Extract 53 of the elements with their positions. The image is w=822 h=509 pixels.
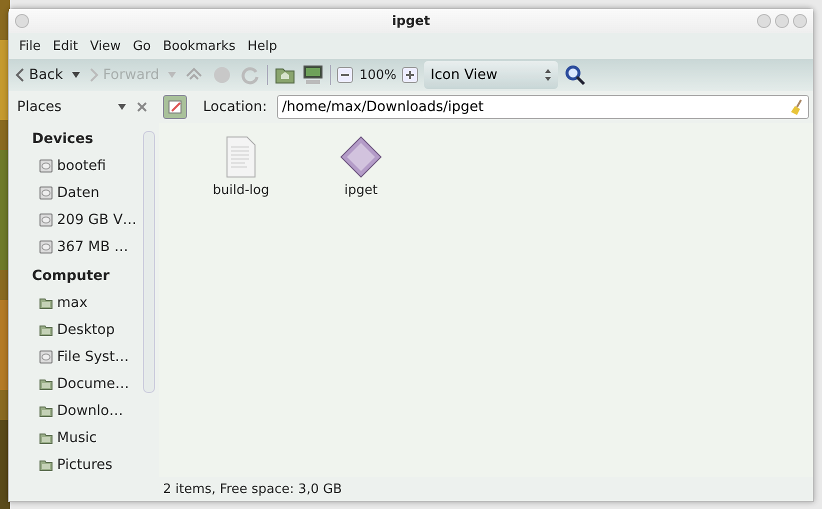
- sidebar-item[interactable]: max: [17, 289, 143, 316]
- menu-item[interactable]: File: [13, 38, 47, 54]
- window-title: ipget: [392, 14, 430, 28]
- menu-item[interactable]: Go: [126, 38, 157, 54]
- drive-icon: [39, 158, 53, 172]
- drive-icon: [39, 240, 53, 254]
- menu-item[interactable]: Help: [241, 38, 284, 54]
- folder-icon: [39, 376, 53, 390]
- scrollbar[interactable]: [143, 131, 155, 393]
- menu-item[interactable]: Bookmarks: [156, 38, 242, 54]
- sidebar-item[interactable]: Music: [17, 424, 143, 451]
- file-name[interactable]: ipget: [344, 183, 378, 198]
- caret-icon[interactable]: [117, 102, 127, 112]
- spinner-arrows-icon: [544, 68, 552, 82]
- sidebar-item[interactable]: bootefi: [17, 152, 143, 179]
- minus-icon: [341, 71, 350, 79]
- edit-location-button[interactable]: [163, 95, 187, 119]
- sidebar-item[interactable]: 367 MB …: [17, 233, 143, 260]
- sidebar-title: Places: [17, 99, 63, 115]
- location-label: Location:: [203, 99, 267, 115]
- computer-icon[interactable]: [302, 64, 324, 86]
- folder-icon: [39, 404, 53, 418]
- folder-icon: [39, 458, 53, 472]
- drive-icon: [39, 212, 53, 226]
- folder-icon: [39, 296, 53, 310]
- plus-icon: [406, 71, 414, 79]
- sidebar-item[interactable]: Desktop: [17, 316, 143, 343]
- folder-icon: [39, 322, 53, 336]
- view-dropdown[interactable]: Icon View: [424, 61, 558, 89]
- menu-item[interactable]: Edit: [46, 38, 84, 54]
- pencil-icon: [167, 99, 183, 115]
- sidebar-item[interactable]: File Syst…: [17, 343, 143, 370]
- zoom-level: 100%: [359, 68, 396, 82]
- folder-icon: [39, 430, 53, 444]
- menu-item[interactable]: View: [84, 38, 127, 54]
- section-heading: Computer: [31, 267, 111, 286]
- section-heading: Devices: [31, 130, 94, 149]
- diamond-icon[interactable]: [339, 135, 383, 179]
- drive-icon: [39, 186, 53, 200]
- status-bar: 2 items, Free space: 3,0 GB: [159, 477, 813, 501]
- caret-icon[interactable]: [71, 70, 81, 80]
- sidebar-item[interactable]: Pictures: [17, 451, 143, 478]
- zoom-in-button[interactable]: [402, 67, 418, 83]
- file-name[interactable]: build-log: [212, 183, 270, 198]
- sidebar-item[interactable]: 209 GB V…: [17, 206, 143, 233]
- back-button[interactable]: Back: [13, 65, 65, 85]
- zoom-out-button[interactable]: [337, 67, 354, 83]
- location-field[interactable]: /home/max/Downloads/ipget: [276, 95, 809, 119]
- search-icon[interactable]: [564, 64, 586, 86]
- drive-icon: [39, 350, 53, 364]
- sidebar-item[interactable]: Docume…: [17, 370, 143, 397]
- sidebar-item[interactable]: Downlo…: [17, 397, 143, 424]
- sidebar-item[interactable]: Daten: [17, 179, 143, 206]
